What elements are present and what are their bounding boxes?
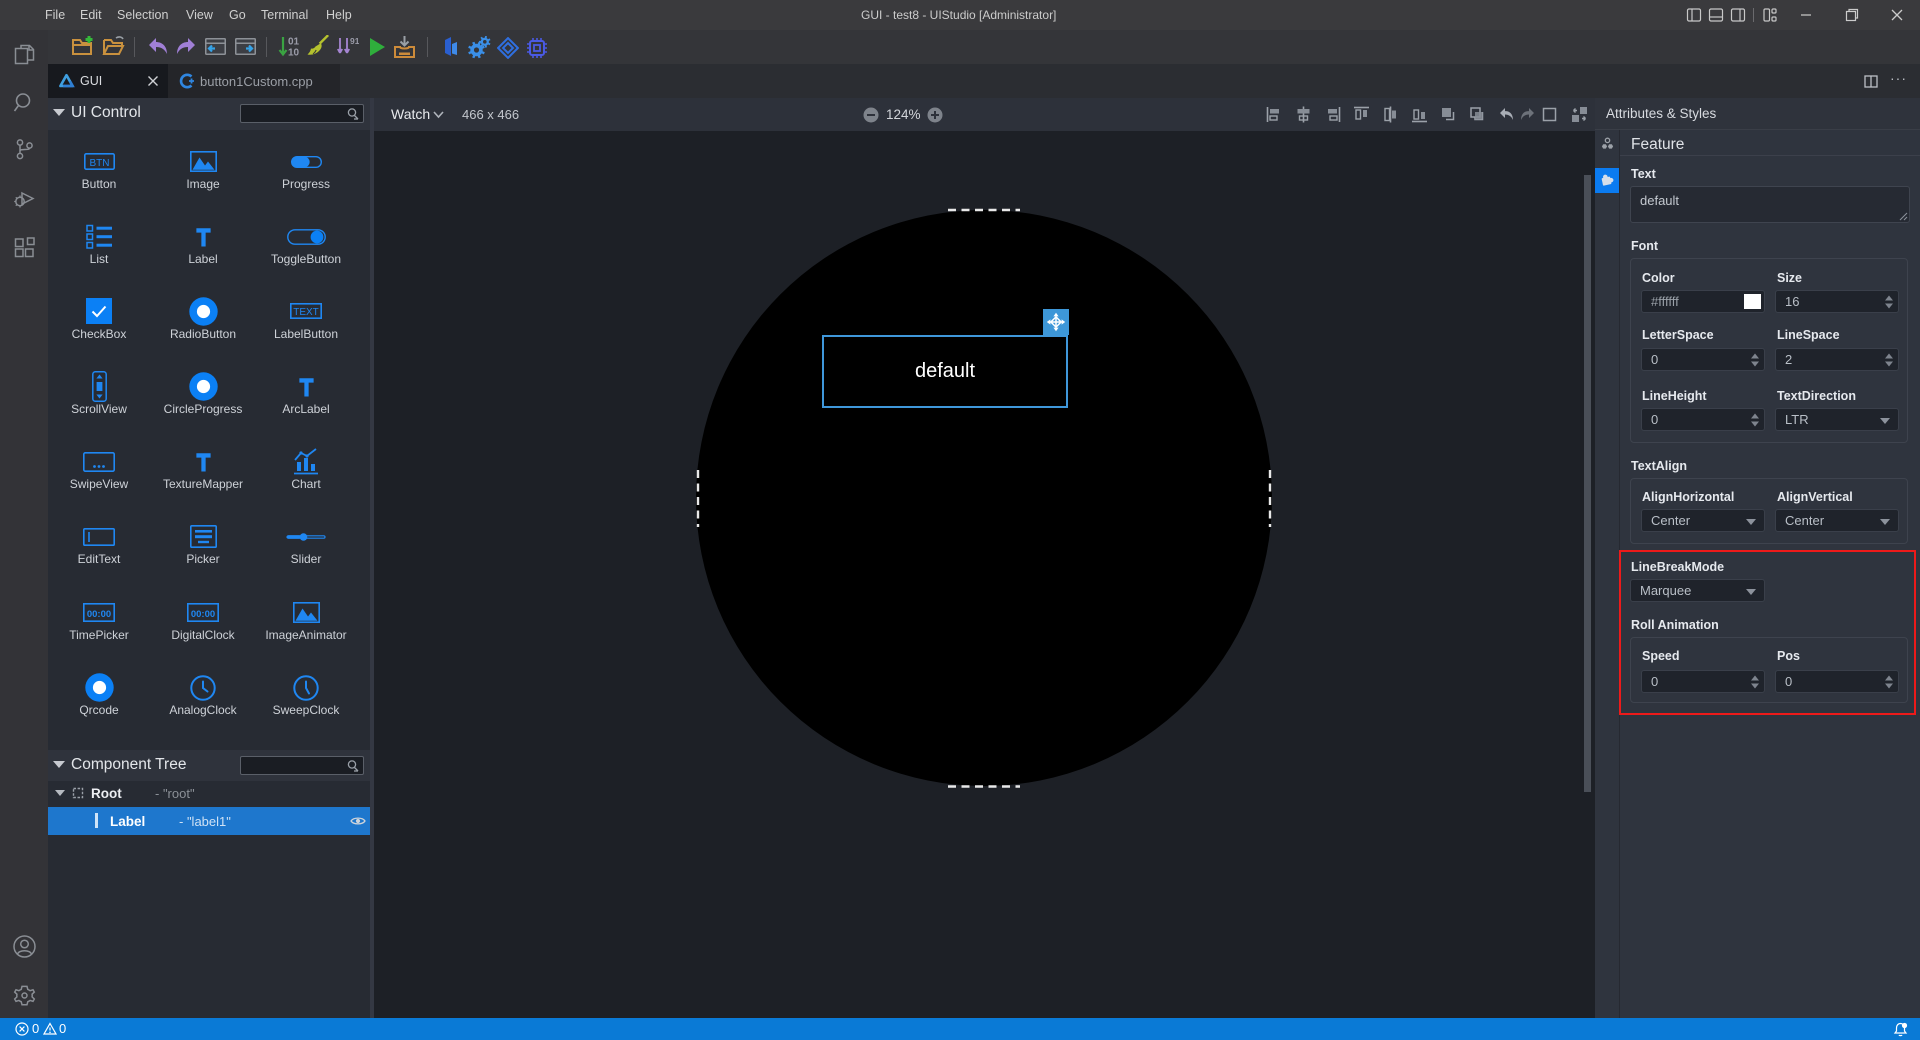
svg-text:BTN: BTN	[89, 158, 109, 169]
svg-text:91: 91	[350, 36, 359, 46]
svg-text:10: 10	[288, 48, 300, 59]
svg-text:01: 01	[288, 37, 300, 48]
svg-text:TEXT: TEXT	[293, 307, 319, 318]
